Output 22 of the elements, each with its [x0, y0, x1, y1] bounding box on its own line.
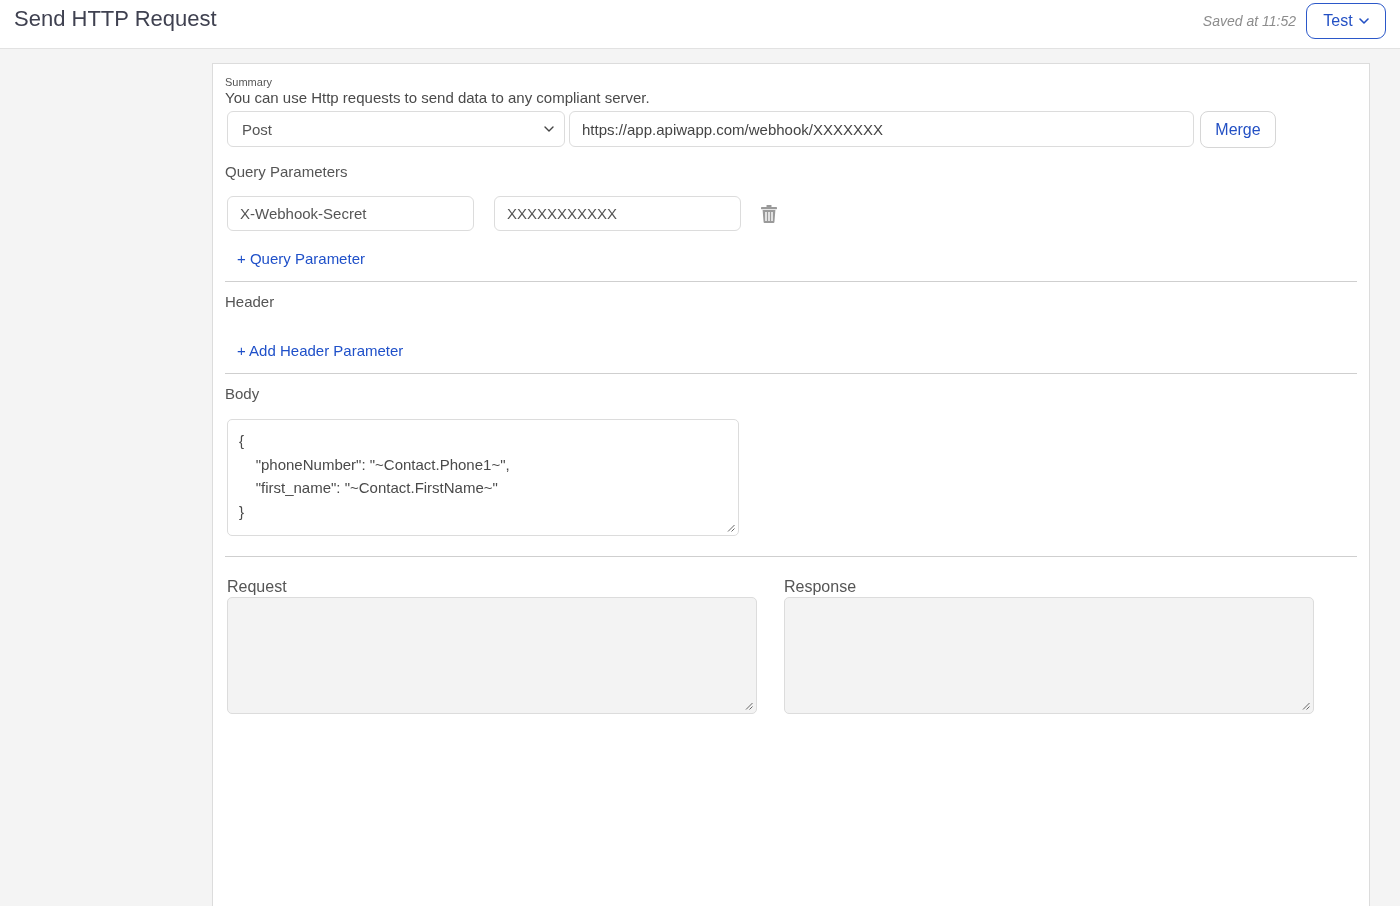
section-label: Body — [225, 384, 260, 404]
test-button[interactable]: Test — [1306, 3, 1386, 39]
summary-label: Summary — [225, 75, 273, 89]
parameter-key-field[interactable]: X-Webhook-Secret — [227, 196, 474, 231]
add-query-parameter-link[interactable]: + Query Parameter — [237, 249, 365, 269]
merge-button[interactable]: Merge — [1200, 111, 1276, 148]
section-label: Request — [227, 577, 288, 597]
saved-status: Saved at 11:52 — [1202, 13, 1296, 29]
page-title: Send HTTP Request — [14, 5, 217, 33]
body-textarea[interactable]: { "phoneNumber": "~Contact.Phone1~", "first_name": "~Contact.FirstName~" } — [227, 419, 739, 536]
chevron-down-icon — [1358, 18, 1369, 24]
method-select[interactable]: Post — [227, 111, 565, 147]
section-label: Header — [225, 292, 275, 312]
description-text: You can use Http requests to send data to any compliant server. — [225, 89, 650, 107]
trash-icon[interactable] — [761, 204, 777, 223]
add-header-parameter-link[interactable]: + Add Header Parameter — [237, 341, 404, 361]
section-label: Query Parameters — [225, 162, 348, 182]
parameter-value-field[interactable]: XXXXXXXXXXX — [494, 196, 741, 231]
url-field[interactable]: https://app.apiwapp.com/webhook/XXXXXXX — [569, 111, 1194, 147]
section-label: Response — [784, 577, 858, 597]
chevron-down-icon — [544, 126, 554, 132]
resize-grip-icon[interactable] — [727, 524, 735, 532]
